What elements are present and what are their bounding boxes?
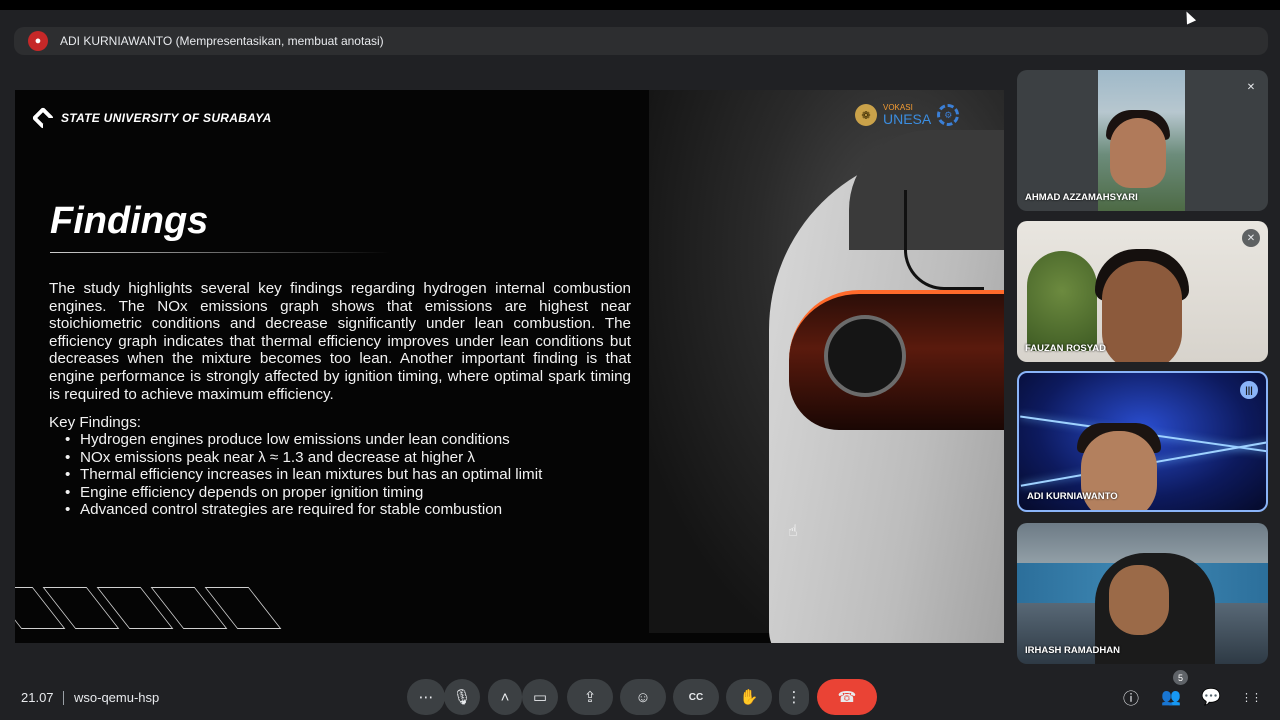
camera-button[interactable]: ▭ <box>522 679 558 715</box>
mouse-cursor-icon <box>1181 9 1197 25</box>
decorative-stripes <box>15 587 282 629</box>
captions-icon: CC <box>688 691 704 703</box>
presentation-slide: STATE UNIVERSITY OF SURABAYA ❁ VOKASI UN… <box>15 90 1004 643</box>
meeting-controls-bar: 21.07 wso-qemu-hsp ⋯ 🎙 ˄ ▭ ⇪ ☺ CC ✋ ⋮ ☎ … <box>0 674 1280 720</box>
list-item: Engine efficiency depends on proper igni… <box>65 484 542 502</box>
key-findings-heading: Key Findings: <box>49 414 142 431</box>
car-photo <box>649 90 1004 643</box>
clock-time: 21.07 <box>21 690 54 705</box>
apps-grid-icon: ⋮⋮ <box>1241 691 1262 704</box>
list-item: Hydrogen engines produce low emissions u… <box>65 431 542 449</box>
seal-icon: ❁ <box>855 104 877 126</box>
key-findings-list: Hydrogen engines produce low emissions u… <box>65 431 542 519</box>
mic-button[interactable]: 🎙 <box>444 679 480 715</box>
top-strip <box>0 0 1280 10</box>
gear-logo-icon: ⚙ <box>937 104 960 126</box>
tail-light-ring <box>824 315 906 397</box>
camera-icon: ▭ <box>532 689 548 706</box>
university-logo-icon <box>31 106 55 130</box>
emoji-button[interactable]: ☺ <box>620 679 666 715</box>
slide-title: Findings <box>50 200 209 242</box>
camera-options-button[interactable]: ˄ <box>488 679 522 715</box>
list-item: Thermal efficiency increases in lean mix… <box>65 466 542 484</box>
university-brand: STATE UNIVERSITY OF SURABAYA <box>31 106 272 130</box>
participant-video <box>1098 70 1185 211</box>
participant-face <box>1109 565 1169 635</box>
more-options-button[interactable]: ⋯ <box>407 679 445 715</box>
participant-face <box>1110 118 1166 188</box>
divider <box>63 691 64 705</box>
activities-button[interactable]: ⋮⋮ <box>1240 686 1262 708</box>
more-actions-button[interactable]: ⋮ <box>779 679 809 715</box>
list-item: NOx emissions peak near λ ≈ 1.3 and decr… <box>65 449 542 467</box>
list-item: Advanced control strategies are required… <box>65 501 542 519</box>
chevron-up-icon: ˄ <box>500 688 510 706</box>
present-screen-icon: ⇪ <box>583 689 597 706</box>
meeting-code: wso-qemu-hsp <box>74 690 160 705</box>
presenter-label: ADI KURNIAWANTO (Mempresentasikan, membu… <box>60 34 384 48</box>
mic-icon: 🎙 <box>452 689 472 706</box>
title-divider <box>50 252 390 253</box>
people-button[interactable]: 👥 <box>1160 686 1182 708</box>
presenter-bar: ● ADI KURNIAWANTO (Mempresentasikan, mem… <box>14 27 1268 55</box>
unesa-text: UNESA <box>883 111 932 127</box>
more-vert-icon: ⋮ <box>786 689 802 706</box>
emoji-icon: ☺ <box>635 688 651 706</box>
people-icon: 👥 <box>1161 689 1181 706</box>
info-icon: ⓘ <box>1122 691 1139 708</box>
mic-off-icon: ✕ <box>1242 78 1260 96</box>
participant-name: ADI KURNIAWANTO <box>1027 491 1118 502</box>
brand-text: STATE UNIVERSITY OF SURABAYA <box>61 111 272 125</box>
chat-button[interactable]: 💬 <box>1200 686 1222 708</box>
present-button[interactable]: ⇪ <box>567 679 613 715</box>
partner-logos: ❁ VOKASI UNESA ⚙ <box>855 104 960 127</box>
speaking-icon: ||| <box>1240 381 1258 399</box>
participant-name: FAUZAN ROSYAD <box>1025 343 1106 354</box>
background-plant <box>1027 251 1097 351</box>
presenter-avatar: ● <box>28 31 48 51</box>
people-count-badge: 5 <box>1173 670 1188 685</box>
slide-body-text: The study highlights several key finding… <box>49 280 631 403</box>
participant-tile-adi[interactable]: ||| ADI KURNIAWANTO <box>1017 371 1268 512</box>
end-call-button[interactable]: ☎ <box>817 679 877 715</box>
meeting-info-button[interactable]: ⓘ <box>1120 686 1142 708</box>
raise-hand-icon: ✋ <box>739 689 759 706</box>
participant-name: IRHASH RAMADHAN <box>1025 645 1120 656</box>
end-call-icon: ☎ <box>837 689 857 706</box>
participant-face <box>1102 261 1182 362</box>
mic-off-icon: ✕ <box>1242 229 1260 247</box>
raise-hand-button[interactable]: ✋ <box>726 679 772 715</box>
car-line <box>904 190 984 290</box>
unesa-logo: VOKASI UNESA <box>883 104 932 127</box>
hand-cursor-icon: ☝ <box>788 523 798 540</box>
participant-tile-fauzan[interactable]: ✕ FAUZAN ROSYAD <box>1017 221 1268 362</box>
participant-tile-ahmad[interactable]: ✕ AHMAD AZZAMAHSYARI <box>1017 70 1268 211</box>
chat-icon: 💬 <box>1201 689 1221 706</box>
captions-button[interactable]: CC <box>673 679 719 715</box>
participant-tile-irhash[interactable]: IRHASH RAMADHAN <box>1017 523 1268 664</box>
more-horiz-icon: ⋯ <box>418 689 434 706</box>
participant-name: AHMAD AZZAMAHSYARI <box>1025 192 1138 203</box>
